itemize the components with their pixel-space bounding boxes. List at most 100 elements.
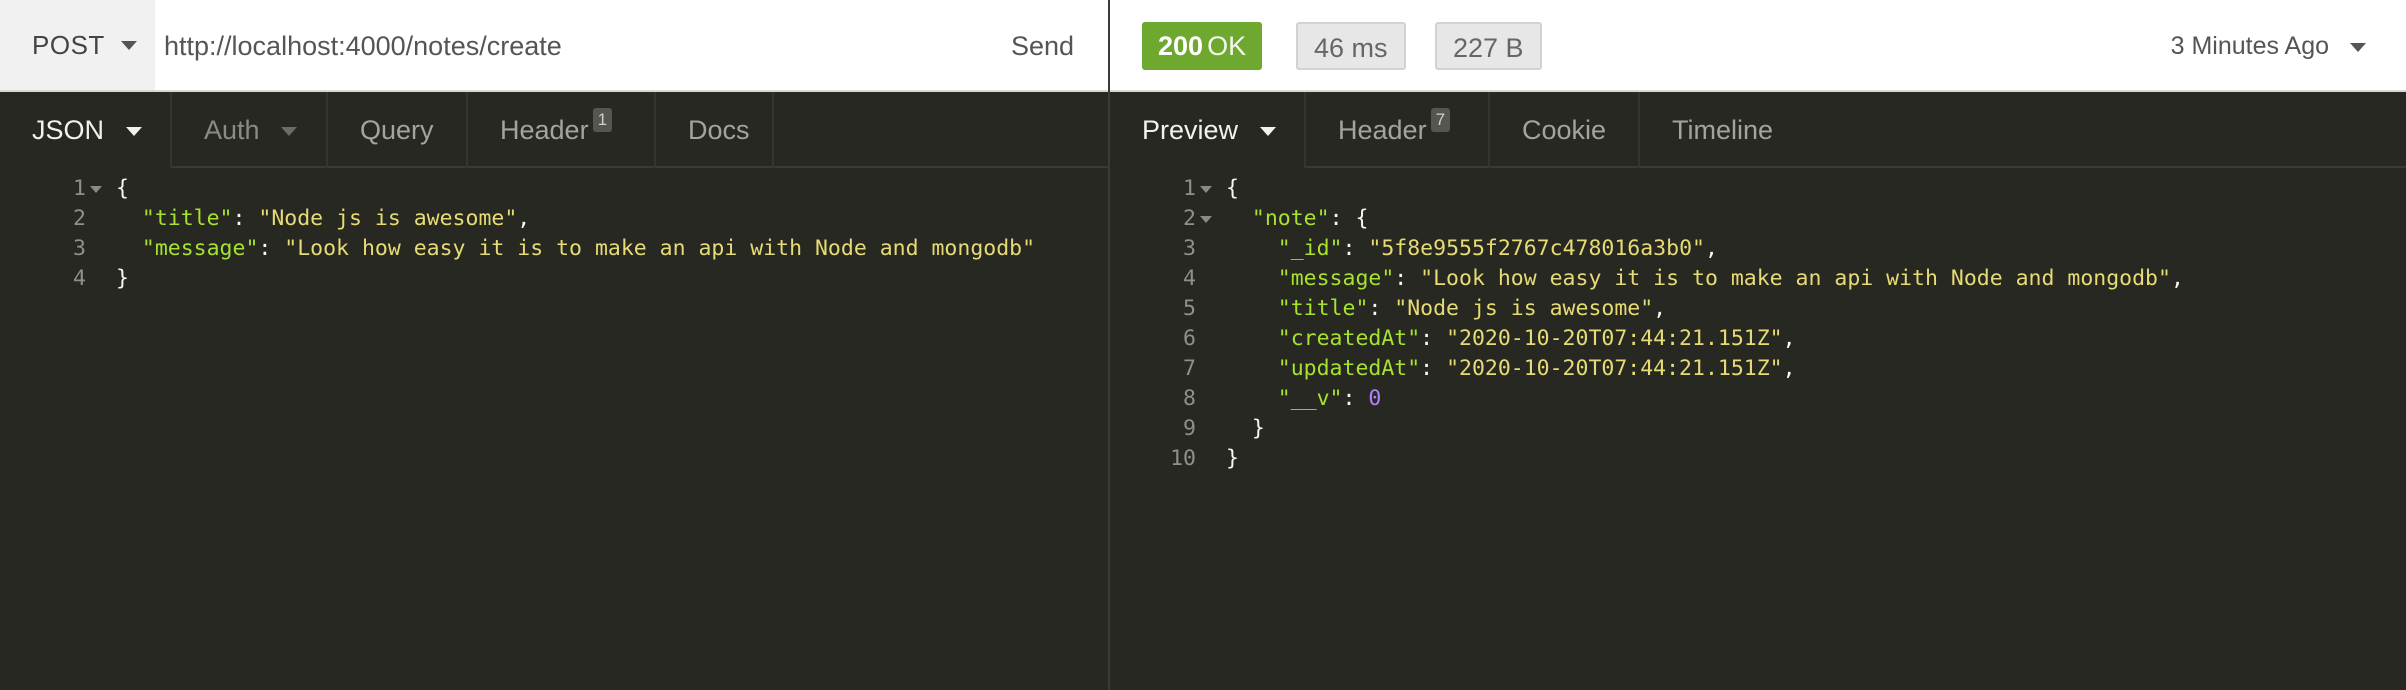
code-text: } xyxy=(116,264,129,294)
code-line: 5 "title": "Node js is awesome", xyxy=(1110,294,2406,324)
code-text: "note": { xyxy=(1226,204,1369,234)
response-status-bar: 200 OK 46 ms 227 B 3 Minutes Ago xyxy=(1110,0,2406,92)
fold-arrow-icon[interactable] xyxy=(1200,186,1212,193)
json-punctuation: : xyxy=(1420,326,1447,351)
json-string: "5f8e9555f2767c478016a3b0" xyxy=(1368,236,1705,261)
response-time-badge: 46 ms xyxy=(1296,22,1406,70)
json-punctuation: : { xyxy=(1329,206,1369,231)
json-punctuation: { xyxy=(1226,176,1239,201)
response-pane: 200 OK 46 ms 227 B 3 Minutes Ago Preview … xyxy=(1110,0,2406,690)
tab-json[interactable]: JSON xyxy=(0,92,172,168)
header-count-badge: 1 xyxy=(592,108,613,132)
tab-cookie[interactable]: Cookie xyxy=(1490,92,1640,168)
line-number: 1 xyxy=(1183,176,1196,201)
tab-label: Header xyxy=(500,115,589,145)
line-number: 3 xyxy=(1183,236,1196,261)
code-text: "createdAt": "2020-10-20T07:44:21.151Z", xyxy=(1226,324,1796,354)
tab-label: Timeline xyxy=(1672,115,1774,145)
code-text: "message": "Look how easy it is to make … xyxy=(116,234,1035,264)
line-number: 7 xyxy=(1183,356,1196,381)
line-number: 2 xyxy=(73,206,86,231)
line-number: 10 xyxy=(1170,446,1196,471)
json-key: "title" xyxy=(1277,296,1369,321)
code-text: "__v": 0 xyxy=(1226,384,1382,414)
fold-arrow-icon[interactable] xyxy=(90,186,102,193)
chevron-down-icon xyxy=(120,40,137,50)
code-line: 4} xyxy=(0,264,1108,294)
tab-timeline[interactable]: Timeline xyxy=(1640,92,1792,168)
json-punctuation: , xyxy=(1782,356,1796,381)
code-line: 3 "_id": "5f8e9555f2767c478016a3b0", xyxy=(1110,234,2406,264)
chevron-down-icon xyxy=(2350,42,2366,52)
history-dropdown[interactable]: 3 Minutes Ago xyxy=(2171,0,2366,90)
tab-docs[interactable]: Docs xyxy=(656,92,774,168)
tab-query[interactable]: Query xyxy=(328,92,468,168)
request-body-editor[interactable]: 1{2 "title": "Node js is awesome", 3 "mes… xyxy=(0,174,1108,294)
json-key: "_id" xyxy=(1277,236,1343,261)
send-button[interactable]: Send xyxy=(1011,0,1074,90)
response-tabs: Preview Header 7 Cookie Timeline xyxy=(1110,92,2406,168)
json-punctuation: : xyxy=(1368,296,1395,321)
json-punctuation: : xyxy=(232,206,259,231)
method-dropdown[interactable]: POST xyxy=(0,0,155,90)
code-line: 2 "note": { xyxy=(1110,204,2406,234)
json-key: "title" xyxy=(141,206,233,231)
tab-response-header[interactable]: Header 7 xyxy=(1306,92,1490,168)
json-string: "Look how easy it is to make an api with… xyxy=(1420,266,2171,291)
request-pane: POST http://localhost:4000/notes/create … xyxy=(0,0,1108,690)
json-number: 0 xyxy=(1368,386,1382,411)
json-key: "message" xyxy=(141,236,259,261)
header-count-badge: 7 xyxy=(1430,108,1451,132)
code-text: "title": "Node js is awesome", xyxy=(1226,294,1666,324)
line-number: 5 xyxy=(1183,296,1196,321)
json-string: "2020-10-20T07:44:21.151Z" xyxy=(1446,356,1783,381)
json-punctuation: { xyxy=(116,176,129,201)
json-key: "__v" xyxy=(1277,386,1343,411)
code-text: "title": "Node js is awesome", xyxy=(116,204,530,234)
json-punctuation: , xyxy=(517,206,531,231)
request-tabs: JSON Auth Query Header 1 Docs xyxy=(0,92,1108,168)
tab-label: Docs xyxy=(688,115,750,145)
code-line: 7 "updatedAt": "2020-10-20T07:44:21.151Z… xyxy=(1110,354,2406,384)
chevron-down-icon[interactable] xyxy=(125,127,142,137)
line-number: 2 xyxy=(1183,206,1196,231)
tab-preview[interactable]: Preview xyxy=(1110,92,1306,168)
json-punctuation: : xyxy=(1394,266,1421,291)
code-text: } xyxy=(1226,444,1239,474)
code-text: "_id": "5f8e9555f2767c478016a3b0", xyxy=(1226,234,1718,264)
code-line: 6 "createdAt": "2020-10-20T07:44:21.151Z… xyxy=(1110,324,2406,354)
fold-arrow-icon[interactable] xyxy=(1200,216,1212,223)
code-line: 3 "message": "Look how easy it is to mak… xyxy=(0,234,1108,264)
tab-auth[interactable]: Auth xyxy=(172,92,328,168)
json-punctuation: , xyxy=(1653,296,1667,321)
code-line: 4 "message": "Look how easy it is to mak… xyxy=(1110,264,2406,294)
url-input[interactable]: http://localhost:4000/notes/create xyxy=(164,0,562,90)
line-number: 4 xyxy=(73,266,86,291)
chevron-down-icon[interactable] xyxy=(281,127,298,137)
json-punctuation: : xyxy=(258,236,285,261)
code-text: { xyxy=(1226,174,1239,204)
json-punctuation: , xyxy=(1704,236,1718,261)
tab-label: Query xyxy=(360,115,434,145)
code-line: 10} xyxy=(1110,444,2406,474)
json-punctuation: } xyxy=(1226,446,1239,471)
code-line: 2 "title": "Node js is awesome", xyxy=(0,204,1108,234)
line-number: 9 xyxy=(1183,416,1196,441)
tab-label: Preview xyxy=(1142,115,1239,145)
time-ago-label: 3 Minutes Ago xyxy=(2170,32,2330,60)
code-line: 8 "__v": 0 xyxy=(1110,384,2406,414)
json-key: "updatedAt" xyxy=(1277,356,1421,381)
chevron-down-icon[interactable] xyxy=(1259,127,1276,137)
tab-header[interactable]: Header 1 xyxy=(468,92,656,168)
response-body-viewer[interactable]: 1{2 "note": {3 "_id": "5f8e9555f2767c478… xyxy=(1110,174,2406,474)
line-number: 8 xyxy=(1183,386,1196,411)
json-punctuation: } xyxy=(1251,416,1265,441)
